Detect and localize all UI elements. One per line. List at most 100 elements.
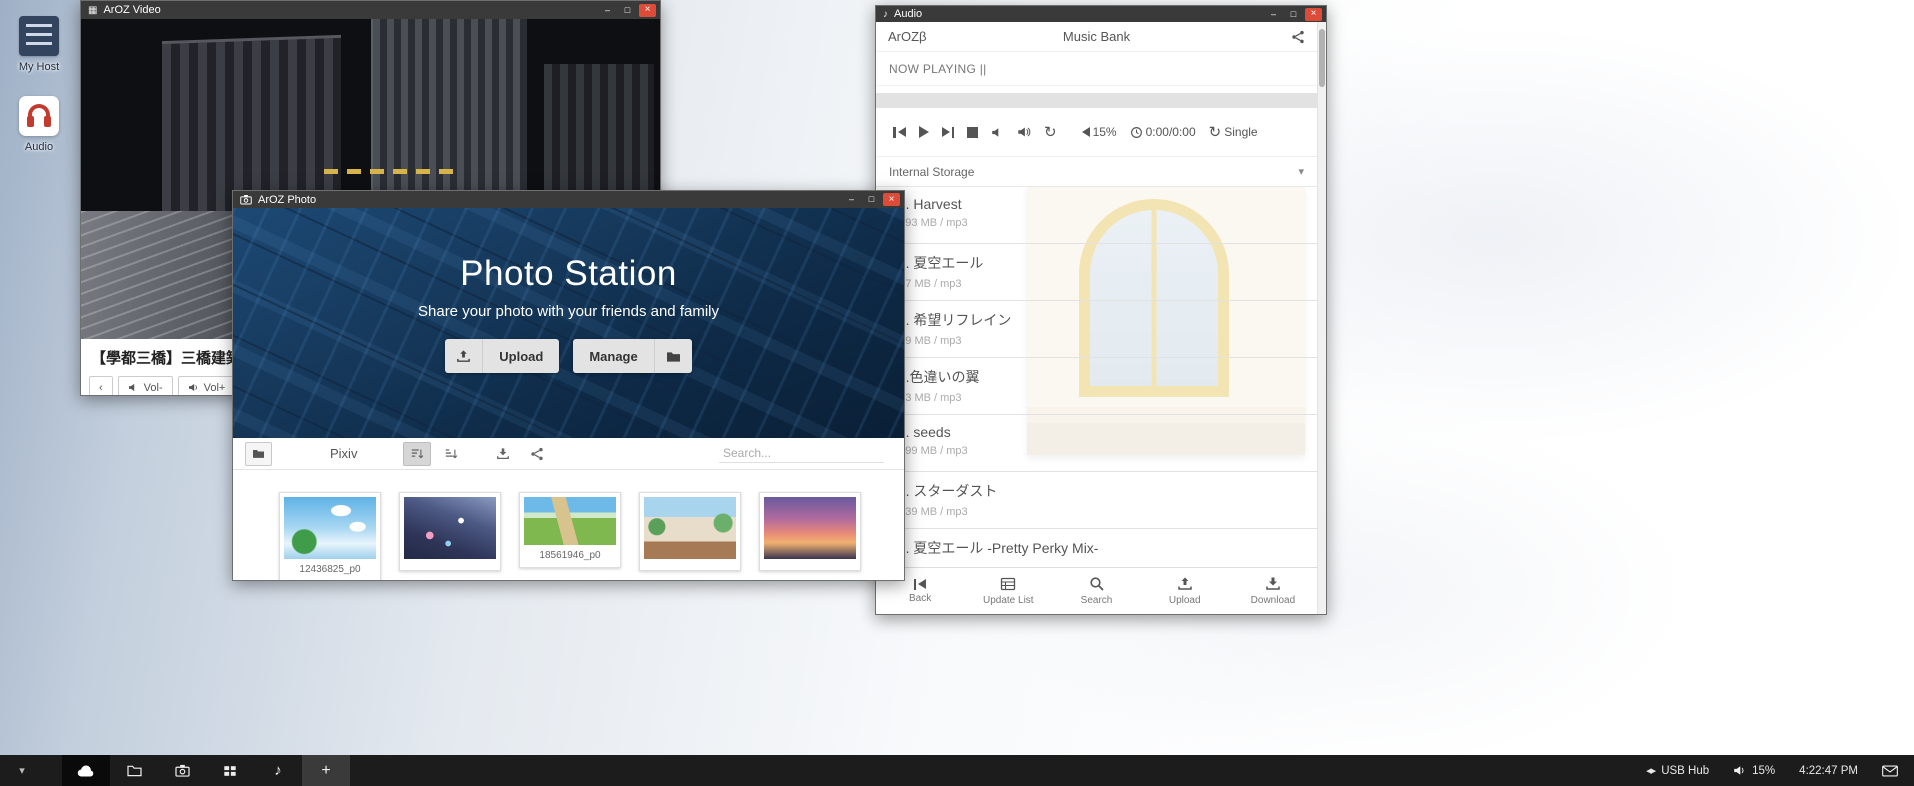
audio-window: ♪ Audio – □ × Music Bank ArOZβ NOW PLAYI… <box>875 5 1327 615</box>
photo-window: ArOZ Photo – □ × Photo Station Share you… <box>232 190 905 581</box>
video-window-titlebar[interactable]: ▦ ArOZ Video – □ × <box>81 1 660 19</box>
seek-bar[interactable] <box>876 93 1317 108</box>
now-playing-text: NOW PLAYING || <box>876 52 1317 86</box>
photo-station-heading: Photo Station <box>233 254 904 294</box>
track-row[interactable]: 02. 夏空エール -Pretty Perky Mix- <box>876 529 1317 567</box>
search-input[interactable] <box>723 446 878 460</box>
video-back-button[interactable]: ‹ <box>89 376 113 396</box>
volume-button[interactable] <box>1017 125 1031 139</box>
video-window-title: ArOZ Video <box>103 4 160 16</box>
volume-down-button[interactable]: Vol- <box>118 376 173 396</box>
clock-icon <box>1130 126 1143 139</box>
manage-button[interactable]: Manage <box>573 339 691 373</box>
taskbar-add-button[interactable]: + <box>302 755 350 786</box>
sort-asc-button[interactable] <box>403 442 431 466</box>
audio-window-titlebar[interactable]: ♪ Audio – □ × <box>876 6 1326 22</box>
scrollbar-thumb[interactable] <box>1319 29 1325 87</box>
track-row[interactable]: 02. seeds 12.99 MB / mp3 <box>876 415 1317 472</box>
audio-window-title: Audio <box>894 8 922 20</box>
photo-caption: 18561946_p0 <box>524 545 616 563</box>
taskbar-expand-button[interactable]: ▾ <box>0 764 44 777</box>
upload-button[interactable]: Upload <box>1141 568 1229 614</box>
share-button[interactable] <box>523 442 551 466</box>
refresh-button[interactable]: ↻ <box>1044 125 1057 140</box>
track-meta: 10.93 MB / mp3 <box>890 217 1317 229</box>
close-button[interactable]: × <box>883 193 900 206</box>
update-list-button[interactable]: Update List <box>964 568 1052 614</box>
track-title: 01. 夏空エール <box>890 253 1317 273</box>
maximize-button[interactable]: □ <box>1285 8 1302 21</box>
download-button[interactable] <box>489 442 517 466</box>
taskbar-video-button[interactable] <box>206 755 254 786</box>
scrollbar[interactable] <box>1317 22 1326 614</box>
close-button[interactable]: × <box>639 4 656 17</box>
upload-label: Upload <box>483 349 559 364</box>
share-button[interactable] <box>1291 30 1305 44</box>
stop-button[interactable] <box>967 127 978 138</box>
photo-card[interactable]: 18561946_p0 <box>519 492 621 568</box>
taskbar-music-button[interactable]: ♪ <box>254 755 302 786</box>
photo-card[interactable] <box>639 492 741 571</box>
cloud-icon <box>77 765 95 777</box>
video-frame-signs <box>324 169 454 174</box>
track-row[interactable]: 01. 夏空エール 9.37 MB / mp3 <box>876 244 1317 301</box>
hero-actions: Upload Manage <box>233 339 904 373</box>
skip-forward-button[interactable] <box>942 127 955 138</box>
close-button[interactable]: × <box>1305 8 1322 21</box>
search-button[interactable]: Search <box>1052 568 1140 614</box>
volume-up-button[interactable]: Vol+ <box>178 376 236 396</box>
desktop-icon-my-host[interactable]: My Host <box>6 16 72 73</box>
search-icon <box>1089 576 1105 592</box>
track-title: 01. 希望リフレイン <box>890 310 1317 330</box>
minimize-button[interactable]: – <box>843 193 860 206</box>
photo-card[interactable] <box>759 492 861 571</box>
track-title: 02. スターダスト <box>890 481 1317 501</box>
track-row[interactable]: 01. Harvest 10.93 MB / mp3 <box>876 187 1317 244</box>
track-row[interactable]: 01.色違いの翼 9.63 MB / mp3 <box>876 358 1317 415</box>
track-row[interactable]: 01. 希望リフレイン 9.09 MB / mp3 <box>876 301 1317 358</box>
photo-grid: 12436825_p0 18561946_p0 <box>233 470 904 581</box>
usb-hub-status[interactable]: ◂▸ USB Hub <box>1646 764 1709 777</box>
upload-button[interactable]: Upload <box>445 339 559 373</box>
photo-thumbnail <box>404 497 496 559</box>
photo-card[interactable] <box>399 492 501 571</box>
taskbar-files-button[interactable] <box>110 755 158 786</box>
nav-label: Download <box>1251 595 1295 606</box>
volume-up-label: Vol+ <box>204 382 226 394</box>
music-note-icon: ♪ <box>883 9 888 20</box>
minimize-button[interactable]: – <box>1265 8 1282 21</box>
mute-button[interactable] <box>991 126 1004 139</box>
volume-down-label: Vol- <box>144 382 163 394</box>
download-icon <box>496 447 510 461</box>
maximize-button[interactable]: □ <box>619 4 636 17</box>
folder-button[interactable] <box>245 442 272 466</box>
download-button[interactable]: Download <box>1229 568 1317 614</box>
list-icon <box>1000 576 1016 592</box>
play-button[interactable] <box>919 126 929 138</box>
skip-back-button[interactable] <box>893 127 906 138</box>
desktop-icon-audio[interactable]: Audio <box>6 96 72 153</box>
photo-caption: 12436825_p0 <box>284 559 376 577</box>
photo-thumbnail <box>524 497 616 545</box>
track-meta: 12.99 MB / mp3 <box>890 445 1317 457</box>
maximize-button[interactable]: □ <box>863 193 880 206</box>
photo-window-titlebar[interactable]: ArOZ Photo – □ × <box>233 191 904 208</box>
taskbar-cloud-button[interactable] <box>62 755 110 786</box>
track-row[interactable]: 02. スターダスト 12.39 MB / mp3 <box>876 472 1317 529</box>
nav-label: Update List <box>983 595 1034 606</box>
sort-desc-button[interactable] <box>437 442 465 466</box>
grid-icon <box>223 764 237 778</box>
volume-level[interactable]: 15% <box>1082 125 1117 139</box>
share-icon <box>530 447 544 461</box>
minimize-button[interactable]: – <box>599 4 616 17</box>
photo-card[interactable]: 12436825_p0 <box>279 492 381 581</box>
messages-button[interactable] <box>1882 765 1898 777</box>
desktop-icon-label: My Host <box>6 61 72 73</box>
storage-select[interactable]: Internal Storage ▾ <box>876 157 1317 187</box>
audio-header: Music Bank ArOZβ <box>876 22 1317 52</box>
envelope-icon <box>1882 765 1898 777</box>
taskbar-photo-button[interactable] <box>158 755 206 786</box>
play-mode-toggle[interactable]: ↻ Single <box>1209 125 1258 140</box>
volume-status[interactable]: 15% <box>1733 764 1775 777</box>
clock[interactable]: 4:22:47 PM <box>1799 765 1858 777</box>
